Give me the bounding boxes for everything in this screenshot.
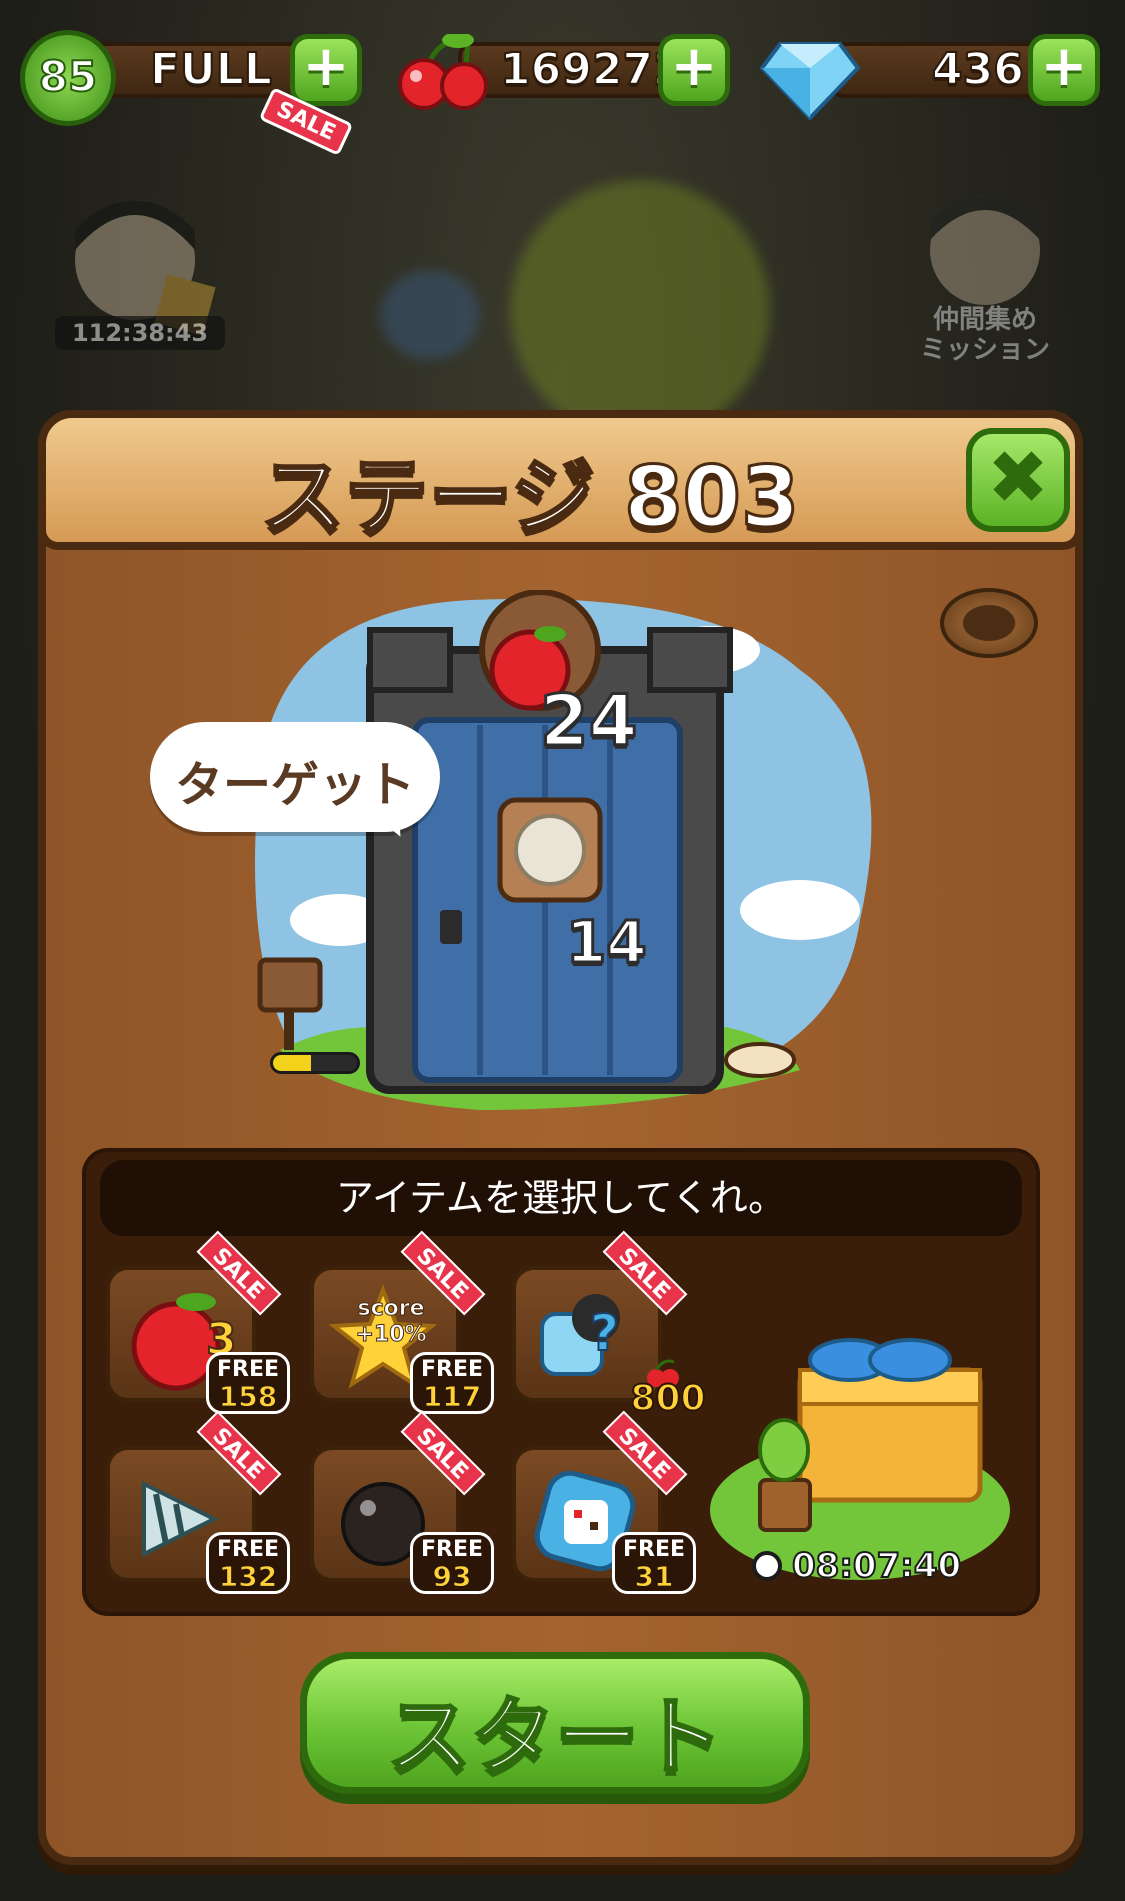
free-count: 158 — [218, 1380, 278, 1413]
free-label: FREE — [216, 1357, 280, 1382]
free-count: 31 — [634, 1560, 674, 1593]
cherry-icon — [398, 34, 488, 110]
add-cherries-button[interactable]: + — [658, 34, 730, 106]
item-block[interactable]: SALE FREE 31 — [500, 1410, 696, 1594]
free-count-badge: FREE 93 — [410, 1532, 494, 1594]
stage-progress-fill — [273, 1055, 311, 1071]
add-lives-button[interactable]: + — [290, 34, 362, 106]
free-label: FREE — [420, 1357, 484, 1382]
free-count-badge: FREE 31 — [612, 1532, 696, 1594]
add-diamonds-button[interactable]: + — [1028, 34, 1100, 106]
item-score-plus-10[interactable]: score +10% SALE FREE 117 — [298, 1230, 494, 1414]
stage-scene — [255, 590, 872, 1110]
item-drill[interactable]: SALE FREE 132 — [94, 1410, 290, 1594]
gift-timer-value: 08:07:40 — [791, 1545, 962, 1587]
free-count: 132 — [218, 1560, 278, 1593]
background-character — [510, 180, 770, 440]
stepping-stone — [724, 1042, 796, 1078]
event-timer: 112:38:43 — [55, 316, 225, 350]
free-label: FREE — [216, 1537, 280, 1562]
gift-timer: 08:07:40 — [752, 1544, 992, 1588]
free-count-badge: FREE 158 — [206, 1352, 290, 1414]
bunny-target-count: 14 — [565, 907, 649, 978]
diamond-icon — [760, 42, 860, 120]
lives-status: FULL — [149, 43, 273, 96]
diamond-count: 436 — [931, 43, 1025, 96]
item-selection-prompt: アイテムを選択してくれ。 — [100, 1160, 1022, 1236]
plant-pot-icon — [758, 1478, 812, 1532]
cherry-count: 169272 — [499, 43, 685, 96]
free-count: 117 — [422, 1380, 482, 1413]
stage-title: ステージ 803 — [259, 447, 801, 548]
free-label: FREE — [622, 1537, 686, 1562]
svg-text:?: ? — [590, 1304, 619, 1362]
free-count-badge: FREE 132 — [206, 1532, 290, 1594]
item-apple-plus3[interactable]: 3 SALE FREE 158 — [94, 1230, 290, 1414]
lives-count: 85 — [38, 51, 98, 102]
free-count: 93 — [432, 1560, 472, 1593]
wood-peg-icon — [940, 588, 1038, 658]
apple-target-count: 24 — [538, 679, 638, 764]
close-button[interactable]: ✖ — [966, 428, 1070, 532]
background-decoration — [380, 270, 480, 360]
item-random-block[interactable]: ? SALE 800 — [500, 1230, 707, 1420]
target-label: ターゲット — [174, 757, 415, 813]
signpost-icon — [257, 957, 323, 1013]
start-button-label[interactable]: スタート — [300, 1670, 810, 1791]
door-handle-icon — [440, 910, 462, 944]
item-bomb[interactable]: SALE FREE 93 — [298, 1410, 494, 1594]
stage-progress-bar — [270, 1052, 360, 1074]
free-count-badge: FREE 117 — [410, 1352, 494, 1414]
score-bonus-label: score +10% — [355, 1296, 427, 1348]
mission-label: 仲間集め ミッション — [919, 305, 1050, 365]
lives-counter: 85 FULL + — [10, 30, 365, 126]
cloud-icon — [740, 880, 860, 940]
free-label: FREE — [420, 1537, 484, 1562]
clock-icon — [752, 1551, 782, 1581]
